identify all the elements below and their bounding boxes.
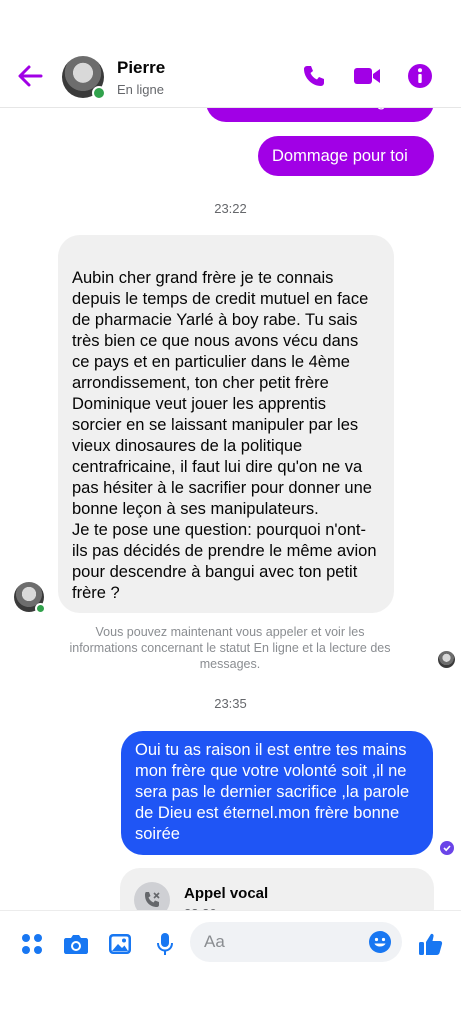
video-call-button[interactable] bbox=[353, 62, 381, 90]
emoji-icon bbox=[369, 931, 391, 953]
message-bubble-incoming[interactable]: Aubin cher grand frère je te connais dep… bbox=[58, 235, 394, 613]
camera-button[interactable] bbox=[63, 931, 89, 957]
back-button[interactable] bbox=[16, 62, 44, 90]
system-notice: Vous pouvez maintenant vous appeler et v… bbox=[69, 625, 391, 671]
message-text: Dommage pour toi bbox=[272, 146, 408, 165]
image-icon bbox=[109, 934, 131, 954]
contact-status: En ligne bbox=[117, 82, 164, 97]
read-receipt-avatar bbox=[438, 651, 455, 668]
arrow-left-icon bbox=[18, 65, 43, 87]
message-text: Aubin cher grand frère je te connais dep… bbox=[72, 269, 377, 602]
audio-call-button[interactable] bbox=[300, 62, 328, 90]
apps-button[interactable] bbox=[19, 931, 45, 957]
message-composer bbox=[0, 910, 461, 1024]
sender-avatar[interactable] bbox=[14, 582, 46, 614]
info-button[interactable] bbox=[406, 62, 434, 90]
microphone-icon bbox=[157, 933, 173, 955]
online-indicator bbox=[92, 86, 106, 100]
call-title: Appel vocal bbox=[184, 885, 269, 902]
contact-name[interactable]: Pierre bbox=[117, 58, 165, 78]
voice-message-button[interactable] bbox=[152, 931, 178, 957]
delivered-check-icon bbox=[440, 841, 454, 855]
info-icon bbox=[408, 64, 432, 88]
conversation-header: Pierre En ligne bbox=[0, 0, 461, 108]
timestamp: 23:35 bbox=[214, 696, 247, 711]
like-button[interactable] bbox=[418, 931, 444, 957]
message-bubble-outgoing[interactable]: Dommage pour toi bbox=[258, 136, 434, 176]
message-bubble-outgoing[interactable]: Oui tu as raison il est entre tes mains … bbox=[121, 731, 433, 855]
thumbs-up-icon bbox=[419, 933, 443, 955]
phone-icon bbox=[304, 66, 324, 86]
apps-grid-icon bbox=[22, 934, 42, 954]
gallery-button[interactable] bbox=[107, 931, 133, 957]
timestamp: 23:22 bbox=[214, 201, 247, 216]
emoji-button[interactable] bbox=[368, 930, 392, 954]
online-indicator bbox=[35, 603, 46, 614]
video-camera-icon bbox=[354, 68, 380, 84]
camera-icon bbox=[64, 935, 88, 954]
contact-avatar[interactable] bbox=[62, 56, 106, 100]
message-text: Oui tu as raison il est entre tes mains … bbox=[135, 741, 410, 843]
